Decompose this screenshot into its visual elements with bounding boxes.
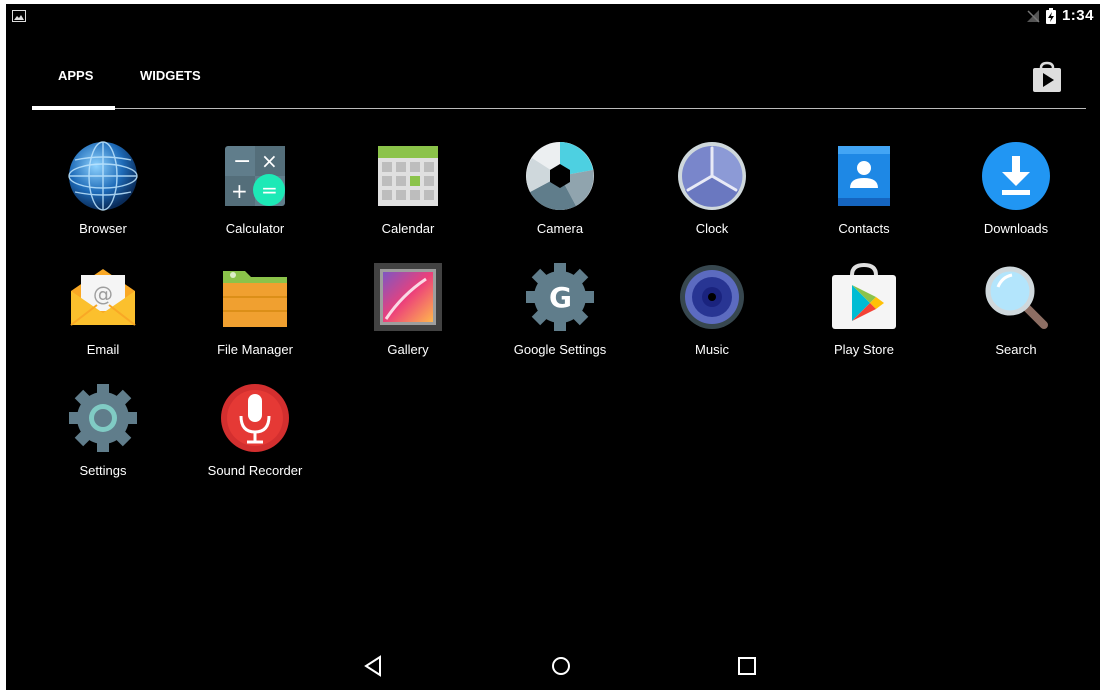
calculator-icon: − × + = bbox=[225, 146, 285, 206]
app-label: Calculator bbox=[225, 221, 285, 236]
gallery-picture-icon bbox=[374, 263, 442, 331]
tab-widgets[interactable]: WIDGETS bbox=[140, 68, 201, 83]
download-icon bbox=[982, 142, 1050, 210]
app-label: Settings bbox=[79, 463, 127, 478]
app-file-manager[interactable]: File Manager bbox=[180, 261, 330, 371]
screenshot-notification-icon bbox=[12, 10, 26, 22]
tab-divider bbox=[32, 108, 1086, 109]
no-signal-icon bbox=[1026, 9, 1040, 23]
magnifier-icon bbox=[985, 266, 1048, 329]
app-settings[interactable]: Settings bbox=[28, 382, 178, 492]
contacts-icon bbox=[838, 146, 890, 206]
tab-active-indicator bbox=[32, 106, 115, 110]
app-gallery[interactable]: Gallery bbox=[333, 261, 483, 371]
status-bar: 1:34 bbox=[6, 4, 1100, 28]
folder-icon bbox=[223, 271, 287, 327]
app-label: Calendar bbox=[381, 221, 435, 236]
browser-globe-icon bbox=[68, 141, 138, 211]
screen: 1:34 APPS WIDGETS Browser − × + = Calcul… bbox=[6, 4, 1100, 690]
navigation-bar bbox=[6, 644, 1100, 690]
status-icons: 1:34 bbox=[1026, 7, 1094, 24]
clock-icon bbox=[678, 142, 746, 210]
svg-text:@: @ bbox=[93, 282, 113, 306]
app-camera[interactable]: Camera bbox=[485, 140, 635, 250]
app-downloads[interactable]: Downloads bbox=[941, 140, 1091, 250]
app-sound-recorder[interactable]: Sound Recorder bbox=[180, 382, 330, 492]
app-calendar[interactable]: Calendar bbox=[333, 140, 483, 250]
app-label: Google Settings bbox=[513, 342, 607, 357]
svg-text:×: × bbox=[261, 149, 278, 173]
calendar-icon bbox=[378, 146, 438, 206]
app-drawer-tabs: APPS WIDGETS bbox=[32, 66, 1086, 110]
back-icon[interactable] bbox=[362, 654, 384, 678]
app-label: Contacts bbox=[838, 221, 890, 236]
app-label: Play Store bbox=[834, 342, 894, 357]
email-envelope-icon: @ bbox=[70, 269, 136, 326]
tab-apps[interactable]: APPS bbox=[58, 68, 93, 83]
app-clock[interactable]: Clock bbox=[637, 140, 787, 250]
svg-text:G: G bbox=[549, 281, 572, 314]
svg-text:=: = bbox=[261, 178, 278, 202]
app-label: Gallery bbox=[387, 342, 429, 357]
app-label: Browser bbox=[79, 221, 127, 236]
app-label: File Manager bbox=[217, 342, 293, 357]
app-label: Music bbox=[695, 342, 729, 357]
settings-gear-icon bbox=[69, 384, 137, 452]
app-play-store[interactable]: Play Store bbox=[789, 261, 939, 371]
app-calculator[interactable]: − × + = Calculator bbox=[180, 140, 330, 250]
app-google-settings[interactable]: G Google Settings bbox=[485, 261, 635, 371]
app-email[interactable]: @ Email bbox=[28, 261, 178, 371]
app-music[interactable]: Music bbox=[637, 261, 787, 371]
app-label: Email bbox=[86, 342, 120, 357]
app-search[interactable]: Search bbox=[941, 261, 1091, 371]
app-label: Clock bbox=[695, 221, 729, 236]
svg-text:+: + bbox=[231, 179, 248, 203]
svg-text:−: − bbox=[233, 149, 251, 174]
app-label: Sound Recorder bbox=[207, 463, 303, 478]
camera-aperture-icon bbox=[526, 142, 594, 210]
microphone-icon bbox=[221, 384, 289, 452]
app-browser[interactable]: Browser bbox=[28, 140, 178, 250]
app-contacts[interactable]: Contacts bbox=[789, 140, 939, 250]
recents-icon[interactable] bbox=[736, 654, 758, 678]
battery-charging-icon bbox=[1045, 7, 1056, 24]
app-label: Search bbox=[995, 342, 1037, 357]
app-label: Camera bbox=[536, 221, 584, 236]
status-clock: 1:34 bbox=[1061, 7, 1094, 24]
app-label: Downloads bbox=[983, 221, 1049, 236]
google-settings-gear-icon: G bbox=[526, 263, 594, 331]
play-store-shortcut-icon[interactable] bbox=[1030, 60, 1064, 94]
music-speaker-icon bbox=[680, 265, 744, 329]
play-store-bag-icon bbox=[832, 262, 896, 329]
home-icon[interactable] bbox=[550, 654, 572, 678]
